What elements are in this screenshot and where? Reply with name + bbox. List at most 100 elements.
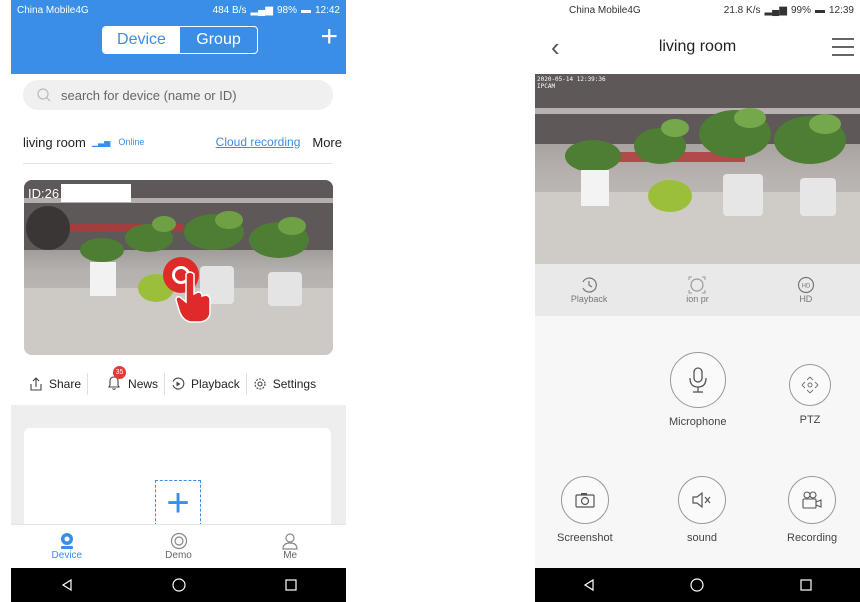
- device-list-screen: China Mobile4G 484 B/s ▂▄▆ 98% ▬ 12:42 D…: [11, 0, 346, 602]
- sound-label: sound: [687, 532, 717, 544]
- user-icon: [282, 533, 298, 550]
- back-triangle-icon[interactable]: [60, 578, 74, 592]
- battery-icon: ▬: [814, 4, 825, 16]
- tab-device[interactable]: Device: [103, 27, 180, 53]
- camera-preview[interactable]: ID:26: [24, 180, 333, 355]
- menu-icon[interactable]: [832, 38, 854, 62]
- screenshot-button[interactable]: [560, 476, 609, 524]
- playback-button[interactable]: Playback: [165, 370, 246, 398]
- tab-bar-device[interactable]: Device: [11, 525, 123, 568]
- playback-icon: [172, 377, 185, 390]
- playback-label: Playback: [191, 377, 240, 391]
- share-icon: [30, 377, 42, 391]
- quick-playback-label: Playback: [570, 294, 608, 304]
- battery-icon: ▬: [300, 4, 311, 16]
- status-bar: China Mobile4G 484 B/s ▂▄▆ 98% ▬ 12:42: [11, 0, 346, 20]
- bottom-tab-bar: Device Demo Me: [11, 524, 346, 568]
- news-label: News: [128, 377, 159, 391]
- tab-device-label: Device: [51, 550, 83, 561]
- news-count-badge: 35: [113, 365, 127, 379]
- live-title-bar: ‹ living room: [535, 20, 860, 74]
- view-switcher: Device Group: [102, 26, 258, 54]
- ptz-control[interactable]: PTZ: [789, 364, 831, 426]
- news-icon-wrap: 35: [106, 365, 128, 394]
- tab-group[interactable]: Group: [180, 27, 257, 53]
- microphone-control[interactable]: Microphone: [669, 352, 726, 428]
- tab-bar-demo[interactable]: Demo: [123, 525, 235, 568]
- video-camera-icon: [802, 491, 822, 509]
- add-device-card: +: [24, 428, 331, 528]
- live-view-screen: China Mobile4G 21.8 K/s ▂▄▆ 99% ▬ 12:39 …: [535, 0, 860, 602]
- microphone-button[interactable]: [669, 352, 726, 408]
- tab-me-label: Me: [283, 550, 298, 561]
- scan-focus-icon: [688, 276, 706, 294]
- search-bar[interactable]: [23, 80, 333, 110]
- device-actions: Share 35 News Playback Settings: [23, 365, 343, 398]
- android-nav-bar: [11, 568, 346, 602]
- status-indicators: 484 B/s ▂▄▆ 98% ▬ 12:42: [213, 5, 340, 16]
- network-speed: 484 B/s: [212, 4, 247, 16]
- share-label: Share: [49, 377, 82, 391]
- screenshot-control[interactable]: Screenshot: [557, 476, 613, 544]
- sound-control[interactable]: sound: [678, 476, 726, 544]
- quick-controls: Playback ion pr HD HD: [535, 264, 860, 316]
- tab-bar-me[interactable]: Me: [234, 525, 346, 568]
- tab-demo-label: Demo: [165, 550, 192, 561]
- demo-tab-icon: [170, 532, 187, 550]
- device-header: living room ▁▃▅ Online Cloud recording M…: [23, 132, 342, 152]
- signal-icon: ▂▄▆: [250, 4, 273, 16]
- status-indicators: 21.8 K/s ▂▄▆ 99% ▬ 12:39: [724, 5, 854, 16]
- sound-button[interactable]: [678, 476, 726, 524]
- quick-playback[interactable]: Playback: [535, 264, 643, 316]
- quick-hd-label: HD: [799, 294, 813, 304]
- home-circle-icon[interactable]: [171, 577, 187, 593]
- svg-text:HD: HD: [801, 284, 810, 290]
- signal-strength-icon: ▁▃▅: [91, 137, 111, 147]
- ptz-label: PTZ: [799, 414, 821, 426]
- history-icon: [582, 277, 598, 293]
- online-status: Online: [118, 137, 145, 147]
- divider: [23, 163, 332, 164]
- signal-icon: ▂▄▆: [764, 4, 787, 16]
- android-nav-bar: [535, 568, 860, 602]
- ptz-button[interactable]: [789, 364, 831, 406]
- network-speed: 21.8 K/s: [723, 4, 761, 16]
- recents-square-icon[interactable]: [284, 578, 298, 592]
- screenshot-label: Screenshot: [557, 532, 613, 544]
- search-icon: [37, 88, 51, 102]
- carrier-label: China Mobile4G: [17, 4, 89, 16]
- quick-pro[interactable]: ion pr: [643, 264, 751, 316]
- tap-hand-icon: [175, 271, 211, 323]
- quick-hd[interactable]: HD HD: [752, 264, 860, 316]
- search-input[interactable]: [61, 87, 301, 103]
- add-device-button[interactable]: +: [320, 22, 338, 52]
- redacted-id: [61, 184, 132, 202]
- app-header: Device Group +: [11, 20, 346, 74]
- home-circle-icon[interactable]: [689, 577, 705, 593]
- add-device-box[interactable]: +: [155, 480, 201, 526]
- carrier-label: China Mobile4G: [569, 4, 641, 16]
- settings-button[interactable]: Settings: [247, 370, 322, 398]
- camera-tab-icon: [60, 533, 73, 549]
- back-triangle-icon[interactable]: [582, 578, 596, 592]
- microphone-icon: [689, 367, 707, 393]
- news-button[interactable]: 35 News: [88, 365, 164, 398]
- more-button[interactable]: More: [312, 135, 342, 150]
- camera-icon: [575, 493, 595, 508]
- recording-button[interactable]: [788, 476, 837, 524]
- share-button[interactable]: Share: [23, 370, 87, 398]
- settings-label: Settings: [272, 377, 317, 391]
- camera-id: ID:26: [28, 184, 132, 202]
- gear-icon: [254, 378, 266, 390]
- live-video-feed[interactable]: 2020-05-14 12:39:36 IPCAM: [535, 74, 860, 264]
- clock: 12:42: [314, 4, 340, 16]
- battery-percent: 99%: [790, 4, 811, 16]
- recents-square-icon[interactable]: [799, 578, 813, 592]
- cloud-recording-link[interactable]: Cloud recording: [216, 135, 301, 149]
- battery-percent: 98%: [276, 4, 297, 16]
- hd-icon: HD: [797, 276, 814, 294]
- ptz-arrows-icon: [801, 376, 819, 394]
- back-chevron-icon[interactable]: ‹: [551, 32, 560, 63]
- recording-control[interactable]: Recording: [787, 476, 837, 544]
- device-name: living room: [23, 134, 86, 150]
